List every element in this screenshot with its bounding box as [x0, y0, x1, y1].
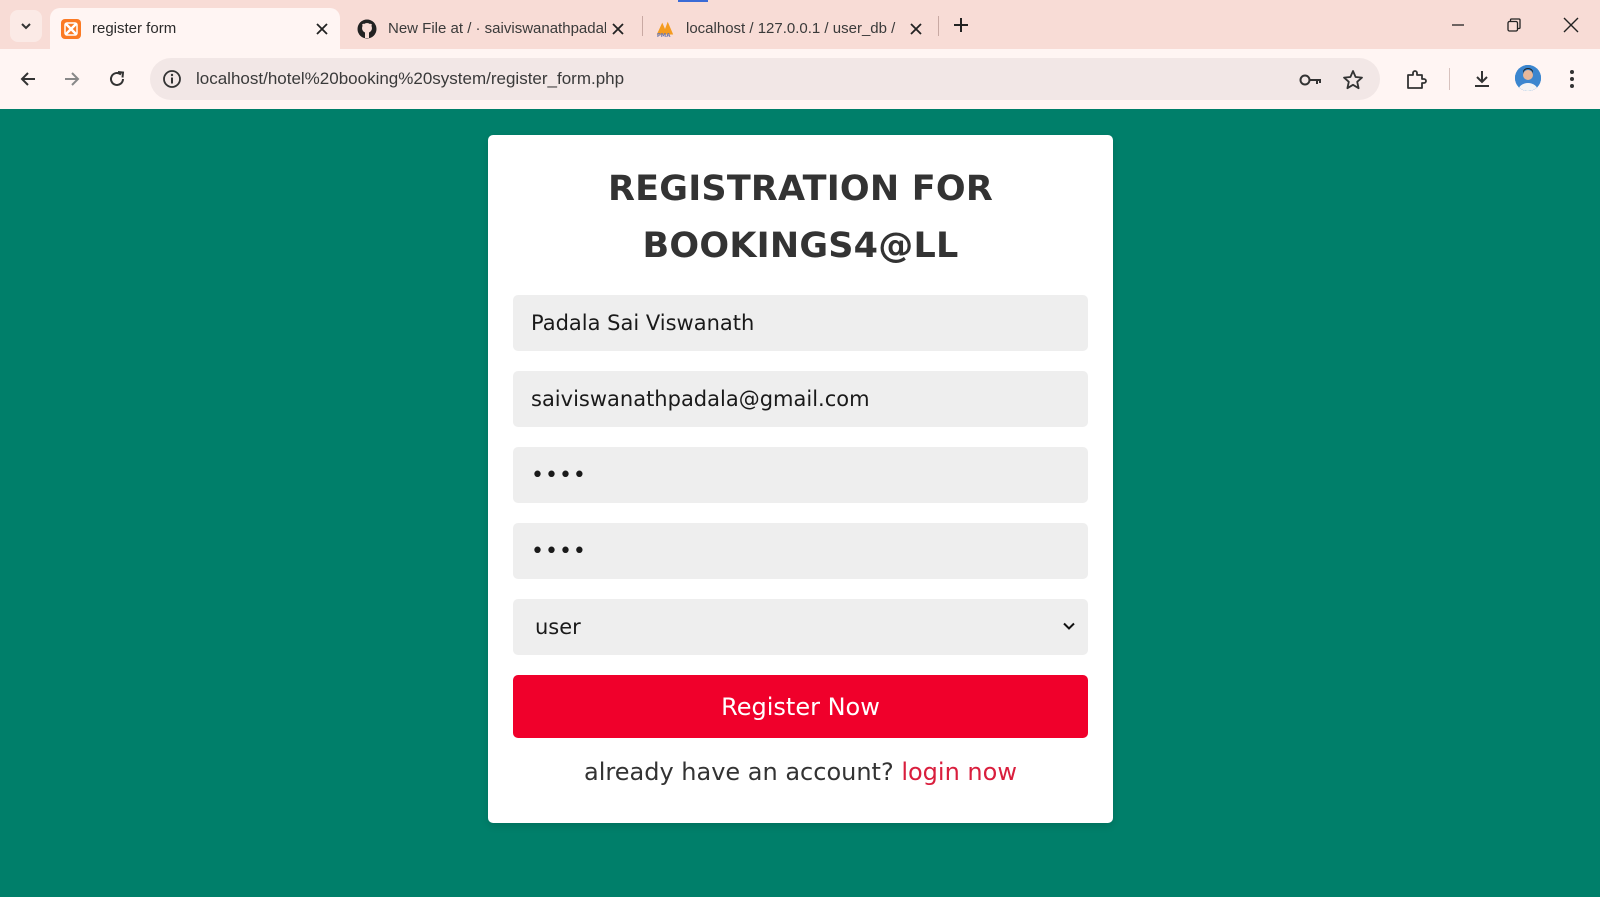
close-window-button[interactable]	[1551, 8, 1591, 42]
login-prompt: already have an account? login now	[488, 758, 1113, 786]
arrow-right-icon	[65, 72, 80, 86]
star-icon[interactable]	[1340, 67, 1366, 93]
login-prompt-text: already have an account?	[584, 758, 902, 786]
tab-title: New File at / · saiviswanathpadala	[388, 20, 606, 37]
minimize-icon	[1452, 24, 1464, 26]
user-type-selected-value: user	[535, 615, 581, 639]
url-text[interactable]: localhost/hotel%20booking%20system/regis…	[196, 69, 624, 89]
toolbar-divider	[1449, 68, 1450, 90]
reload-icon	[110, 71, 125, 86]
more-menu-icon[interactable]	[1556, 63, 1588, 95]
back-button[interactable]	[12, 63, 44, 95]
restore-icon	[1507, 18, 1521, 32]
browser-toolbar: localhost/hotel%20booking%20system/regis…	[0, 49, 1600, 109]
email-input[interactable]: saiviswanathpadala@gmail.com	[513, 371, 1088, 427]
confirm-password-input[interactable]: ••••	[513, 523, 1088, 579]
confirm-password-input-value: ••••	[531, 538, 587, 564]
key-icon[interactable]	[1298, 67, 1324, 93]
name-input[interactable]: Padala Sai Viswanath	[513, 295, 1088, 351]
forward-button[interactable]	[56, 63, 88, 95]
close-icon[interactable]	[904, 17, 928, 41]
tab-search-button[interactable]	[10, 10, 42, 42]
login-now-link[interactable]: login now	[901, 758, 1017, 786]
restore-button[interactable]	[1494, 8, 1534, 42]
svg-text:PMA: PMA	[657, 33, 671, 39]
tab-title: localhost / 127.0.0.1 / user_db /	[686, 20, 896, 37]
form-title: REGISTRATION FOR BOOKINGS4@LL	[608, 169, 993, 266]
plus-icon	[954, 18, 968, 32]
close-icon[interactable]	[310, 17, 334, 41]
tab-divider	[938, 16, 939, 36]
site-info-icon[interactable]	[160, 67, 184, 91]
avatar[interactable]	[1515, 65, 1541, 91]
registration-form: REGISTRATION FOR BOOKINGS4@LL Padala Sai…	[488, 135, 1113, 823]
close-icon[interactable]	[606, 17, 630, 41]
reload-button[interactable]	[101, 63, 133, 95]
chevron-down-icon	[1063, 622, 1075, 630]
register-now-button[interactable]: Register Now	[513, 675, 1088, 738]
tab-register-form[interactable]: register form	[50, 8, 340, 49]
address-bar[interactable]: localhost/hotel%20booking%20system/regis…	[150, 58, 1380, 100]
name-input-value: Padala Sai Viswanath	[531, 311, 755, 335]
download-icon[interactable]	[1466, 63, 1498, 95]
xampp-icon	[61, 18, 81, 39]
arrow-left-icon	[20, 72, 35, 86]
extensions-icon[interactable]	[1400, 63, 1432, 95]
password-input-value: ••••	[531, 462, 587, 488]
close-icon	[1563, 17, 1579, 33]
tab-title: register form	[92, 20, 177, 37]
new-tab-button[interactable]	[948, 12, 974, 38]
tab-strip: register form New File at / · saiviswana…	[0, 0, 1600, 49]
minimize-button[interactable]	[1438, 8, 1478, 42]
email-input-value: saiviswanathpadala@gmail.com	[531, 387, 870, 411]
tab-github[interactable]: New File at / · saiviswanathpadala	[346, 8, 636, 49]
github-icon	[357, 19, 377, 39]
password-input[interactable]: ••••	[513, 447, 1088, 503]
tab-loading-indicator	[678, 0, 708, 2]
user-type-select[interactable]: user	[513, 599, 1088, 655]
phpmyadmin-icon: PMA	[655, 19, 675, 39]
tab-divider	[642, 16, 643, 36]
tab-phpmyadmin[interactable]: PMA localhost / 127.0.0.1 / user_db /	[644, 8, 934, 49]
chevron-down-icon	[21, 23, 31, 30]
